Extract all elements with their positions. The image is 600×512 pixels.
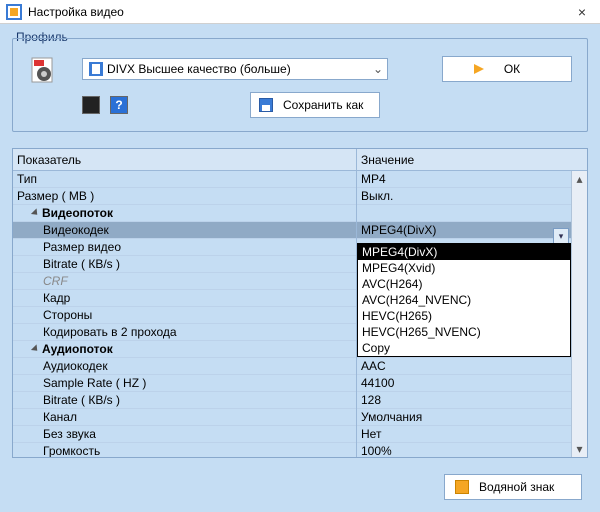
param-cell[interactable]: Видеопоток [13,205,356,222]
codec-option[interactable]: HEVC(H265_NVENC) [358,324,570,340]
value-cell[interactable]: 100% [357,443,587,457]
codec-option[interactable]: AVC(H264_NVENC) [358,292,570,308]
chevron-down-icon: ⌄ [369,62,387,76]
scrollbar[interactable]: ▴ ▾ [571,171,587,457]
watermark-icon [455,480,469,494]
title-bar: Настройка видео × [0,0,600,24]
ok-label: ОК [504,62,520,76]
codec-option[interactable]: Copy [358,340,570,356]
param-cell[interactable]: Sample Rate ( HZ ) [13,375,356,392]
dropdown-button[interactable]: ▾ [553,228,569,244]
watermark-label: Водяной знак [479,480,554,494]
param-cell[interactable]: Тип [13,171,356,188]
mp4-file-icon [30,56,58,84]
value-cell[interactable]: AAC [357,358,587,375]
close-button[interactable]: × [570,4,594,20]
codec-option[interactable]: HEVC(H265) [358,308,570,324]
param-cell[interactable]: Аудиокодек [13,358,356,375]
param-cell[interactable]: Bitrate ( КB/s ) [13,392,356,409]
value-cell[interactable]: 44100 [357,375,587,392]
param-cell[interactable]: Стороны [13,307,356,324]
codec-option[interactable]: MPEG4(DivX) [358,244,570,260]
profile-select[interactable]: DIVX Высшее качество (больше) ⌄ [82,58,388,80]
value-cell[interactable]: Выкл. [357,188,587,205]
value-cell[interactable] [357,205,587,222]
help-icon[interactable]: ? [110,96,128,114]
settings-grid: Показатель ТипРазмер ( МВ )ВидеопотокВид… [12,148,588,458]
param-cell[interactable]: Аудиопоток [13,341,356,358]
param-cell[interactable]: Bitrate ( КB/s ) [13,256,356,273]
tool-icons: ? [82,96,128,114]
console-icon[interactable] [82,96,100,114]
value-cell[interactable]: 128 [357,392,587,409]
profile-selected-text: DIVX Высшее качество (больше) [107,62,291,76]
codec-dropdown[interactable]: MPEG4(DivX)MPEG4(Xvid)AVC(H264)AVC(H264_… [357,243,571,357]
param-cell[interactable]: Без звука [13,426,356,443]
param-cell[interactable]: Громкость [13,443,356,457]
ok-button[interactable]: ОК [442,56,572,82]
param-cell[interactable]: Канал [13,409,356,426]
value-cell[interactable]: MP4 [357,171,587,188]
param-cell[interactable]: Размер ( МВ ) [13,188,356,205]
film-icon [89,62,103,76]
param-cell[interactable]: Размер видео [13,239,356,256]
arrow-right-icon [474,64,484,74]
codec-option[interactable]: MPEG4(Xvid) [358,260,570,276]
save-as-label: Сохранить как [283,98,363,112]
app-icon [6,4,22,20]
scroll-down-icon[interactable]: ▾ [572,441,587,457]
param-column: Показатель ТипРазмер ( МВ )ВидеопотокВид… [13,149,357,457]
param-cell[interactable]: Кадр [13,290,356,307]
scroll-up-icon[interactable]: ▴ [572,171,587,187]
watermark-button[interactable]: Водяной знак [444,474,582,500]
value-column: Значение MP4Выкл. MPEG4(DivX) AAC44100128У… [357,149,587,457]
window-title: Настройка видео [28,5,124,19]
param-cell[interactable]: Видеокодек [13,222,356,239]
value-cell[interactable]: Умолчания [357,409,587,426]
param-cell[interactable]: Кодировать в 2 прохода [13,324,356,341]
save-as-button[interactable]: Сохранить как [250,92,380,118]
value-cell[interactable]: Нет [357,426,587,443]
save-icon [259,98,273,112]
value-header: Значение [357,149,587,171]
param-header: Показатель [13,149,356,171]
param-cell[interactable]: CRF [13,273,356,290]
codec-option[interactable]: AVC(H264) [358,276,570,292]
